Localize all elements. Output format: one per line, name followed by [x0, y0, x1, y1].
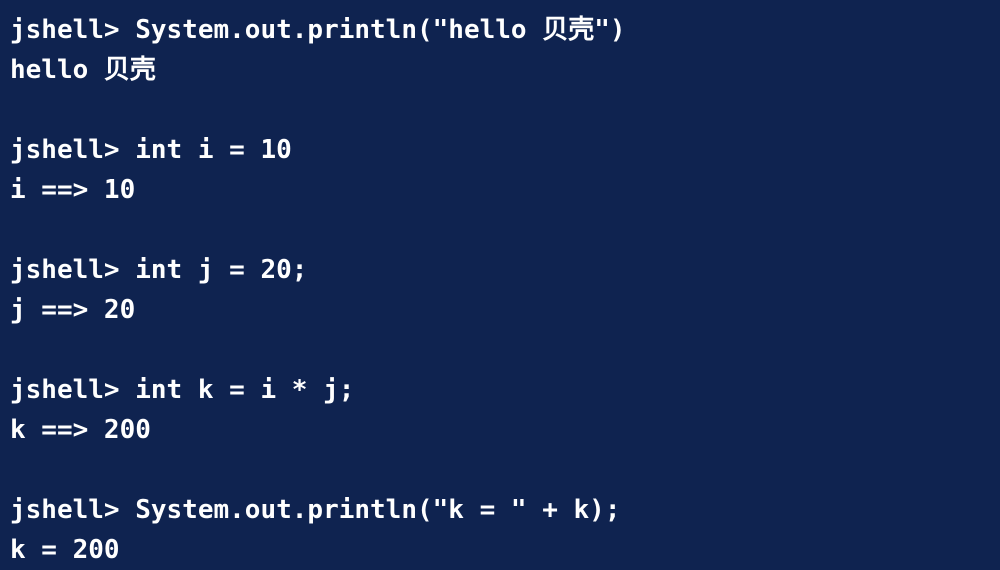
command-line: jshell> int j = 20; — [10, 255, 308, 285]
command-line: jshell> System.out.println("hello 贝壳") — [10, 15, 626, 45]
output-line: k = 200 — [10, 535, 120, 565]
command-line: jshell> int k = i * j; — [10, 375, 355, 405]
command-line: jshell> System.out.println("k = " + k); — [10, 495, 621, 525]
terminal-window[interactable]: jshell> System.out.println("hello 贝壳") h… — [0, 0, 1000, 570]
command-line: jshell> int i = 10 — [10, 135, 292, 165]
output-line: i ==> 10 — [10, 175, 136, 205]
output-line: j ==> 20 — [10, 295, 136, 325]
output-line: hello 贝壳 — [10, 55, 156, 85]
output-line: k ==> 200 — [10, 415, 151, 445]
